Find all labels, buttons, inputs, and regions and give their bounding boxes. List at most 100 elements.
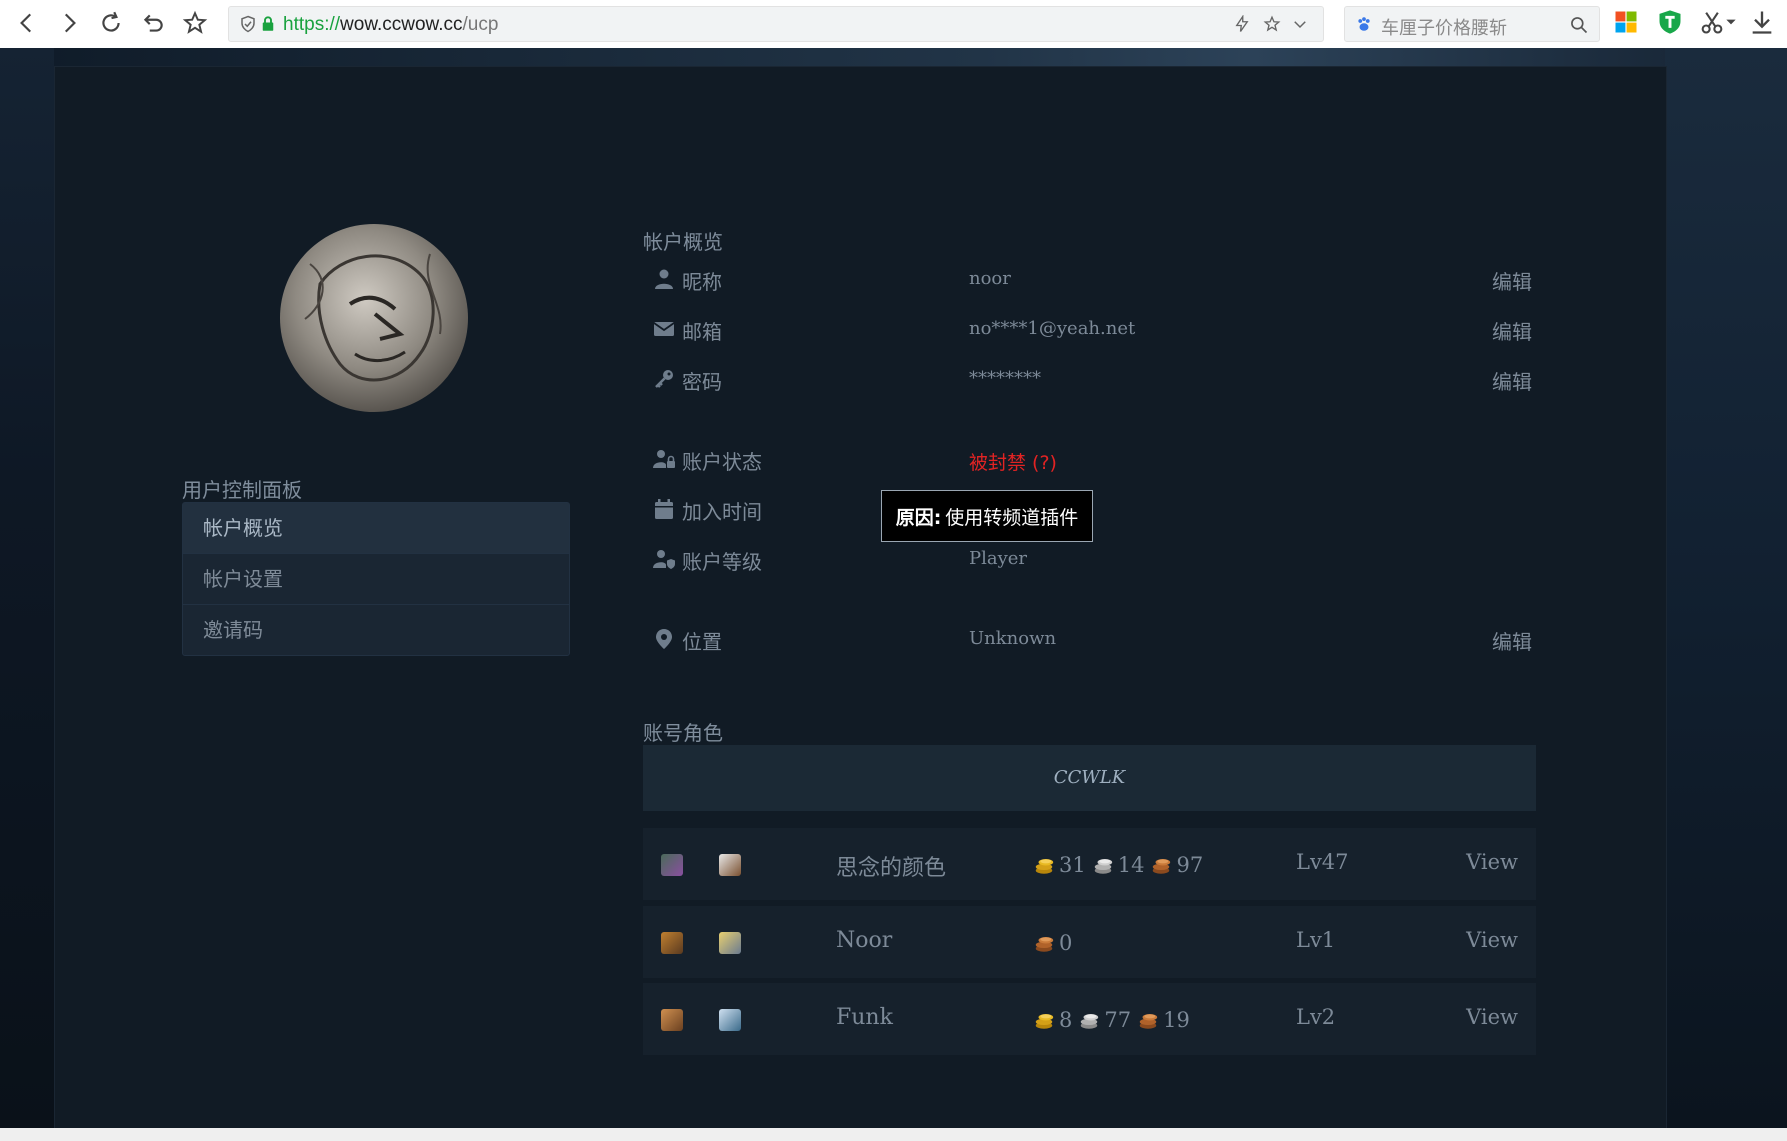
password-value: ******** (969, 368, 1041, 389)
level-value: Player (969, 548, 1028, 569)
header-banner (0, 48, 1787, 68)
key-icon (655, 370, 673, 388)
character-money: 8 77 19 (1033, 1005, 1196, 1035)
chevron-right-icon (64, 13, 76, 33)
baidu-paw-icon (1358, 17, 1370, 31)
browser-status-bar (0, 1128, 1787, 1141)
background-right (1665, 48, 1787, 1128)
tooltip-prefix: 原因: (895, 506, 942, 529)
character-row[interactable]: Noor 0 Lv1 View (643, 906, 1536, 978)
email-row: 邮箱 no****1@yeah.net 编辑 (652, 309, 1532, 349)
status-row: 账户状态 被封禁 (?) (652, 439, 1532, 479)
realm-header: CCWLK (643, 745, 1536, 811)
windows-apps-icon[interactable] (1612, 8, 1640, 36)
security-shield-icon[interactable] (1656, 8, 1684, 36)
copper-amount: 0 (1059, 931, 1073, 955)
view-character-link[interactable]: View (1466, 928, 1518, 952)
character-money: 0 (1033, 928, 1078, 958)
sidebar-menu: 帐户概览 帐户设置 邀请码 (182, 502, 570, 656)
class-icon (719, 854, 741, 876)
status-label: 账户状态 (682, 450, 762, 474)
silver-coin: 77 (1078, 1008, 1131, 1032)
shield-icon (241, 15, 255, 33)
envelope-icon (653, 322, 675, 336)
sidebar-item-account-overview[interactable]: 帐户概览 (183, 503, 569, 553)
email-value: no****1@yeah.net (969, 318, 1136, 339)
lock-icon (262, 16, 274, 31)
tooltip-text: 使用转频道插件 (945, 506, 1079, 529)
copper-coins-icon (1035, 937, 1054, 952)
chevron-left-icon (20, 13, 32, 33)
level-label: 账户等级 (682, 550, 762, 574)
character-level: Lv1 (1296, 928, 1336, 952)
level-row: 账户等级 Player (652, 539, 1532, 579)
character-level: Lv47 (1296, 850, 1349, 874)
edit-nickname-link[interactable]: 编辑 (1492, 266, 1532, 295)
star-icon (182, 10, 208, 34)
character-row[interactable]: Funk 8 77 19 Lv2 View (643, 983, 1536, 1055)
gold-amount: 31 (1059, 853, 1086, 877)
character-row[interactable]: 思念的颜色 31 14 97 Lv47 View (643, 828, 1536, 900)
status-banned-value[interactable]: 被封禁 (?) (969, 448, 1057, 475)
edit-email-link[interactable]: 编辑 (1492, 316, 1532, 345)
edit-password-link[interactable]: 编辑 (1492, 366, 1532, 395)
download-icon[interactable] (1748, 8, 1776, 36)
calendar-icon (655, 499, 673, 519)
favorite-star-icon[interactable] (1263, 15, 1281, 33)
character-money: 31 14 97 (1033, 850, 1209, 880)
view-character-link[interactable]: View (1466, 850, 1518, 874)
search-icon[interactable] (1569, 15, 1589, 35)
copper-coins-icon (1153, 859, 1171, 874)
sidebar-item-account-settings[interactable]: 帐户设置 (183, 553, 569, 604)
gold-amount: 8 (1059, 1008, 1073, 1032)
dropdown-caret-icon[interactable] (1724, 8, 1738, 36)
class-icon (719, 1009, 741, 1031)
silver-coins-icon (1094, 859, 1112, 874)
search-box[interactable]: 车厘子价格腰斩 (1344, 6, 1600, 42)
chevron-down-icon[interactable] (1291, 15, 1309, 33)
character-name: Noor (836, 928, 893, 953)
undo-icon (143, 14, 163, 32)
view-character-link[interactable]: View (1466, 1005, 1518, 1029)
browser-toolbar: https://wow.ccwow.cc/ucp 车厘子价格腰斩 (0, 0, 1787, 49)
ucp-title: 用户控制面板 (182, 478, 302, 502)
scissors-icon[interactable] (1698, 8, 1726, 36)
class-icon (719, 932, 741, 954)
background-left (0, 48, 54, 1128)
password-label: 密码 (682, 370, 722, 394)
email-label: 邮箱 (682, 320, 722, 344)
user-shield-icon (653, 550, 675, 569)
forward-button[interactable] (52, 6, 86, 40)
nickname-row: 昵称 noor 编辑 (652, 259, 1532, 299)
character-level: Lv2 (1296, 1005, 1336, 1029)
ban-reason-tooltip: 原因: 使用转频道插件 (881, 490, 1093, 542)
nickname-value: noor (969, 268, 1011, 289)
back-button[interactable] (10, 6, 44, 40)
silver-amount: 14 (1117, 853, 1145, 877)
gold-coins-icon (1035, 1014, 1054, 1029)
location-row: 位置 Unknown 编辑 (652, 619, 1532, 659)
overview-title: 帐户概览 (643, 230, 723, 254)
lightning-icon[interactable] (1233, 15, 1251, 33)
gold-coin: 31 (1033, 853, 1086, 877)
copper-coin: 0 (1033, 931, 1072, 955)
edit-location-link[interactable]: 编辑 (1492, 626, 1532, 655)
location-value: Unknown (969, 628, 1057, 649)
reload-button[interactable] (94, 6, 128, 40)
address-bar[interactable]: https://wow.ccwow.cc/ucp (228, 6, 1324, 42)
characters-title: 账号角色 (643, 721, 723, 745)
silver-amount: 77 (1104, 1008, 1132, 1032)
copper-amount: 19 (1163, 1008, 1190, 1032)
sidebar-item-invite-code[interactable]: 邀请码 (183, 604, 569, 655)
bookmark-button[interactable] (178, 6, 212, 40)
race-icon (661, 1009, 683, 1031)
character-name: Funk (836, 1005, 893, 1030)
gold-coin: 8 (1033, 1008, 1072, 1032)
user-lock-icon (653, 450, 675, 468)
gold-coins-icon (1035, 859, 1054, 874)
copper-coin: 19 (1137, 1008, 1190, 1032)
reload-icon (102, 11, 120, 32)
joined-label: 加入时间 (682, 500, 762, 524)
undo-close-button[interactable] (136, 6, 170, 40)
silver-coins-icon (1081, 1014, 1099, 1029)
